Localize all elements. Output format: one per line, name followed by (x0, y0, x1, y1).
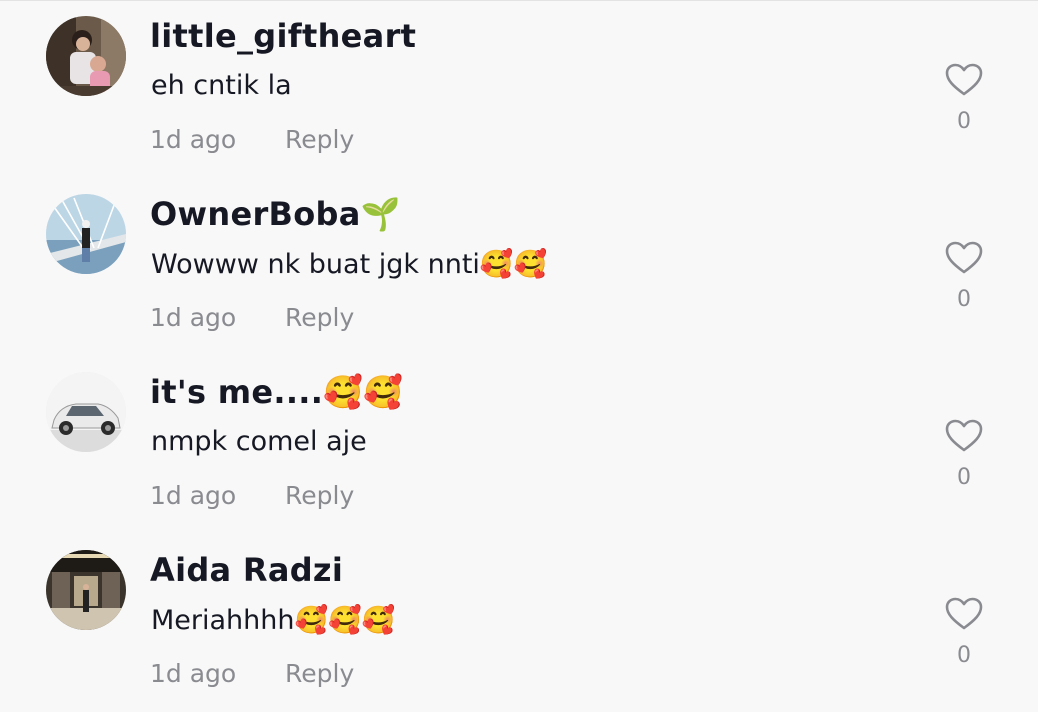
like-button[interactable]: 0 (938, 63, 990, 134)
heart-icon (945, 63, 983, 96)
avatar-little-giftheart[interactable] (46, 16, 126, 96)
comment-meta: 1d ago Reply (150, 659, 354, 688)
child-photo-avatar (46, 16, 126, 96)
mall-photo-avatar (46, 550, 126, 630)
like-count: 0 (957, 109, 971, 134)
bridge-photo-avatar (46, 194, 126, 274)
reply-button[interactable]: Reply (285, 659, 354, 688)
comment-text: nmpk comel aje (151, 426, 367, 457)
reply-button[interactable]: Reply (285, 303, 354, 332)
reply-button[interactable]: Reply (285, 481, 354, 510)
avatar-ownerboba[interactable] (46, 194, 126, 274)
comment-text: Wowww nk buat jgk nnti🥰🥰 (151, 249, 548, 280)
comment-item: OwnerBoba🌱 Wowww nk buat jgk nnti🥰🥰 1d a… (0, 178, 1038, 356)
comment-item: Aida Radzi Meriahhhh🥰🥰🥰 1d ago Reply 0 (0, 534, 1038, 712)
heart-icon (945, 419, 983, 452)
comment-item: little_giftheart eh cntik la 1d ago Repl… (0, 0, 1038, 178)
avatar-its-me[interactable] (46, 372, 126, 452)
like-button[interactable]: 0 (938, 241, 990, 312)
comment-item: it's me....🥰🥰 nmpk comel aje 1d ago Repl… (0, 356, 1038, 534)
reply-button[interactable]: Reply (285, 125, 354, 154)
comment-username[interactable]: OwnerBoba🌱 (150, 195, 401, 233)
avatar-aida-radzi[interactable] (46, 550, 126, 630)
comment-timestamp: 1d ago (150, 125, 237, 154)
heart-icon (945, 241, 983, 274)
comment-meta: 1d ago Reply (150, 481, 354, 510)
like-button[interactable]: 0 (938, 597, 990, 668)
heart-icon (945, 597, 983, 630)
comment-timestamp: 1d ago (150, 481, 237, 510)
comment-text: eh cntik la (151, 70, 292, 101)
like-count: 0 (957, 287, 971, 312)
car-photo-avatar (46, 372, 126, 452)
like-count: 0 (957, 465, 971, 490)
like-button[interactable]: 0 (938, 419, 990, 490)
like-count: 0 (957, 643, 971, 668)
comment-meta: 1d ago Reply (150, 303, 354, 332)
comment-username[interactable]: it's me....🥰🥰 (150, 373, 404, 411)
comment-username[interactable]: Aida Radzi (150, 551, 343, 589)
comment-text: Meriahhhh🥰🥰🥰 (151, 605, 396, 636)
comment-timestamp: 1d ago (150, 303, 237, 332)
comment-username[interactable]: little_giftheart (150, 17, 416, 55)
comment-meta: 1d ago Reply (150, 125, 354, 154)
comment-timestamp: 1d ago (150, 659, 237, 688)
